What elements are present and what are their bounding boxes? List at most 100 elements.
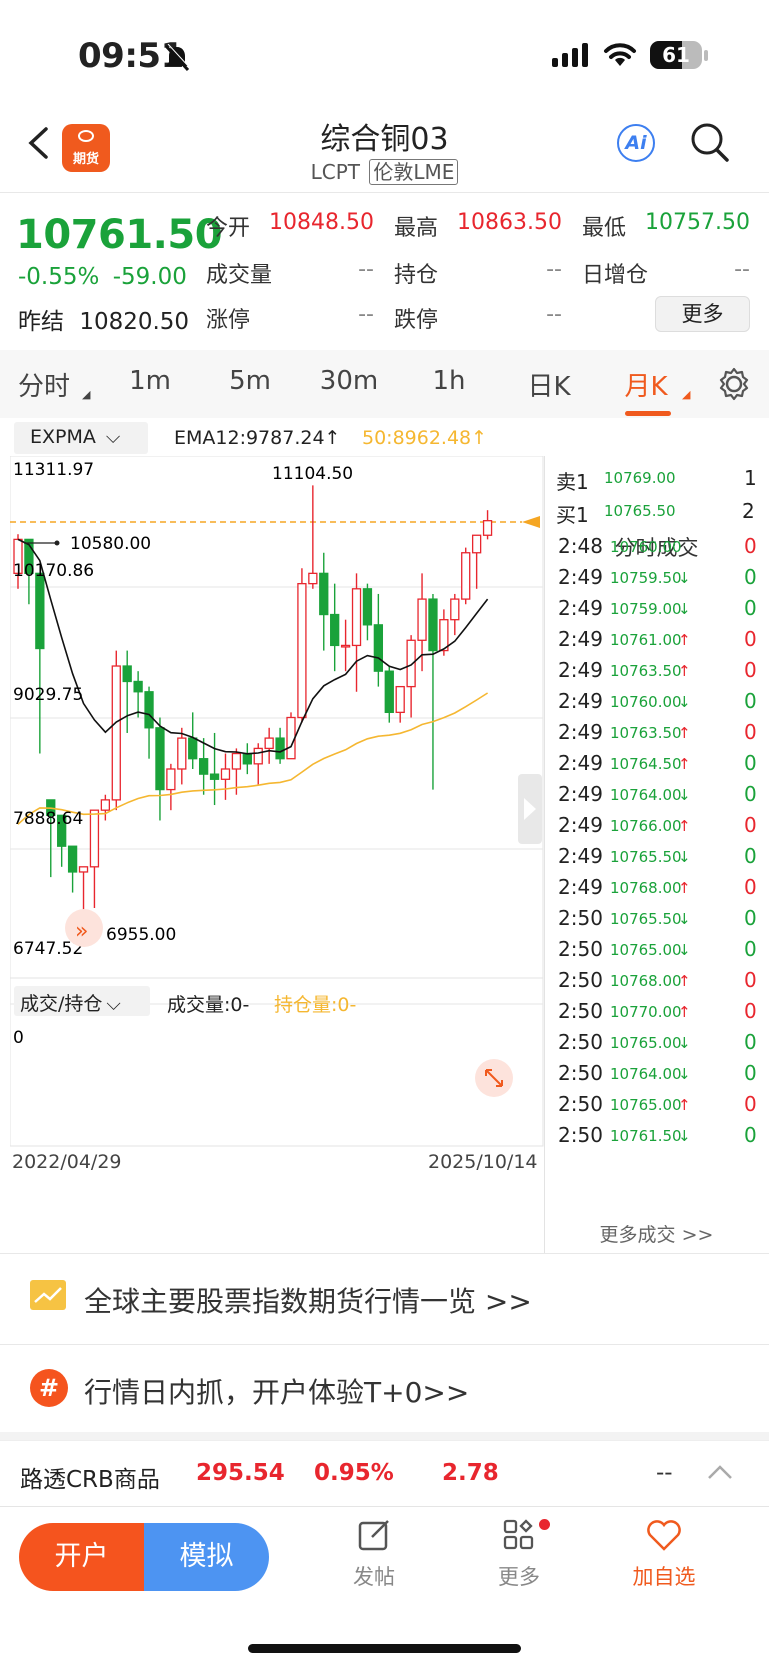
trade-row: 2:48 10760.00 0 bbox=[544, 534, 769, 564]
crb-ticker[interactable]: 路透CRB商品 295.54 0.95% 2.78 -- bbox=[0, 1440, 769, 1506]
indicator-selector[interactable]: EXPMA ⌵ bbox=[14, 422, 148, 454]
bell-muted-icon bbox=[164, 44, 190, 72]
kline-chart[interactable]: 11311.97 10170.86 9029.75 7888.64 6747.5… bbox=[10, 456, 544, 1236]
volume-selector-label: 成交/持仓 bbox=[20, 993, 103, 1015]
trade-price: 10761.00 bbox=[610, 631, 682, 649]
quote-field-value: 10863.50 bbox=[457, 210, 562, 235]
tab-period[interactable]: 分时 bbox=[4, 366, 84, 403]
global-index-link[interactable]: 全球主要股票指数期货行情一览 >> bbox=[0, 1254, 769, 1344]
trade-direction-icon: ↓ bbox=[678, 1127, 691, 1145]
candle-body bbox=[220, 768, 231, 780]
volume-label: 成交量:0- bbox=[167, 994, 250, 1016]
battery-icon: 61 bbox=[650, 41, 702, 69]
tab-period[interactable]: 1m bbox=[110, 366, 190, 396]
tab-period[interactable]: 月K bbox=[606, 366, 686, 403]
trade-row: 2:50 10761.50 ↓ 0 bbox=[544, 1123, 769, 1153]
candle-body bbox=[373, 624, 384, 672]
bid-label: 买1 bbox=[556, 503, 589, 527]
trade-time: 2:50 bbox=[558, 1092, 603, 1116]
ema50-line bbox=[17, 692, 489, 825]
trade-direction-icon: ↓ bbox=[678, 569, 691, 587]
trade-volume: 0 bbox=[744, 1030, 757, 1054]
candle-body bbox=[461, 552, 471, 600]
more-quote-button[interactable]: 更多 bbox=[655, 296, 750, 332]
notification-dot bbox=[539, 1519, 550, 1530]
candle-body bbox=[111, 665, 121, 801]
trade-time: 2:49 bbox=[558, 875, 603, 899]
heart-icon bbox=[647, 1520, 681, 1551]
trade-direction-icon: ↓ bbox=[678, 1034, 691, 1052]
trade-price: 10764.50 bbox=[610, 755, 682, 773]
candle-body bbox=[439, 619, 449, 652]
tab-period[interactable]: 1h bbox=[409, 366, 489, 396]
crb-change: 2.78 bbox=[442, 1460, 499, 1486]
trade-direction-icon: ↓ bbox=[678, 1065, 691, 1083]
battery-level: 61 bbox=[662, 43, 690, 67]
post-label: 发帖 bbox=[353, 1565, 395, 1589]
tab-period[interactable]: 日K bbox=[509, 366, 589, 403]
trade-price: 10763.50 bbox=[610, 662, 682, 680]
ai-assistant-button[interactable]: Ai bbox=[617, 124, 655, 162]
post-tab[interactable]: 发帖 bbox=[324, 1517, 424, 1591]
tab-period[interactable]: 5m bbox=[210, 366, 290, 396]
trade-time: 2:49 bbox=[558, 565, 603, 589]
trade-time: 2:50 bbox=[558, 1123, 603, 1147]
prev-settle-label: 昨结 bbox=[18, 309, 64, 335]
trade-volume: 0 bbox=[744, 844, 757, 868]
trade-volume: 0 bbox=[744, 751, 757, 775]
trade-price: 10768.00 bbox=[610, 879, 682, 897]
candle-body bbox=[89, 809, 100, 868]
quote-field-value: 10848.50 bbox=[269, 210, 374, 235]
candle-body bbox=[188, 737, 198, 760]
trade-row: 2:50 10765.00 ↓ 0 bbox=[544, 937, 769, 967]
trade-volume: 0 bbox=[744, 1061, 757, 1085]
trade-row: 2:50 10768.00 ↑ 0 bbox=[544, 968, 769, 998]
status-bar: 09:51 61 bbox=[0, 0, 769, 110]
trade-time: 2:50 bbox=[558, 906, 603, 930]
search-icon[interactable] bbox=[690, 122, 730, 164]
crb-name: 路透CRB商品 bbox=[20, 1467, 160, 1493]
candle-body bbox=[209, 773, 220, 780]
trade-row: 2:49 10759.00 ↓ 0 bbox=[544, 596, 769, 626]
trade-price: 10765.50 bbox=[610, 910, 682, 928]
chevron-up-icon[interactable] bbox=[706, 1463, 734, 1481]
ask-qty: 1 bbox=[744, 466, 757, 490]
trade-row: 2:49 10763.50 ↑ 0 bbox=[544, 720, 769, 750]
volume-selector[interactable]: 成交/持仓 ⌵ bbox=[14, 986, 150, 1016]
tab-period[interactable]: 30m bbox=[309, 366, 389, 396]
battery-tip bbox=[704, 50, 708, 61]
trade-row: 2:49 10764.50 ↑ 0 bbox=[544, 751, 769, 781]
trade-volume: 0 bbox=[744, 937, 757, 961]
price-change: -0.55% -59.00 bbox=[18, 264, 187, 290]
more-tab[interactable]: 更多 bbox=[469, 1517, 569, 1591]
trade-time: 2:48 bbox=[558, 534, 603, 558]
candle-body bbox=[297, 582, 307, 719]
open-account-link[interactable]: # 行情日内抓，开户体验T+0>> bbox=[0, 1345, 769, 1435]
trade-time: 2:50 bbox=[558, 937, 603, 961]
trade-time: 2:50 bbox=[558, 999, 603, 1023]
crb-extra: -- bbox=[656, 1460, 673, 1486]
simulate-button[interactable]: 模拟 bbox=[144, 1523, 269, 1591]
trade-direction-icon: ↑ bbox=[678, 817, 691, 835]
open-account-button[interactable]: 开户 bbox=[19, 1523, 144, 1591]
nav-header: 期货 综合铜03 LCPT 伦敦LME Ai bbox=[0, 110, 769, 192]
candle-body bbox=[177, 737, 187, 770]
more-trades-link[interactable]: 更多成交 >> bbox=[544, 1220, 769, 1247]
candle-body bbox=[384, 670, 394, 714]
crb-percent: 0.95% bbox=[314, 1460, 394, 1486]
active-tab-underline bbox=[625, 411, 671, 416]
indicator-bar: EXPMA ⌵ EMA12:9787.24↑ 50:8962.48↑ bbox=[14, 422, 544, 454]
marker-note-dot bbox=[54, 540, 60, 546]
trade-volume: 0 bbox=[744, 968, 757, 992]
candle-body bbox=[395, 685, 405, 714]
dropdown-corner-icon: ◢ bbox=[82, 388, 91, 401]
candle-body bbox=[35, 572, 45, 650]
bid-price: 10765.50 bbox=[604, 502, 676, 520]
settings-gear-icon[interactable] bbox=[716, 366, 752, 402]
dropdown-corner-icon: ◢ bbox=[682, 388, 691, 401]
add-watchlist-tab[interactable]: 加自选 bbox=[614, 1517, 714, 1591]
indicator-name: EXPMA bbox=[30, 426, 96, 448]
candle-body bbox=[122, 665, 132, 683]
trade-time: 2:49 bbox=[558, 720, 603, 744]
trade-direction-icon: ↑ bbox=[678, 1003, 691, 1021]
